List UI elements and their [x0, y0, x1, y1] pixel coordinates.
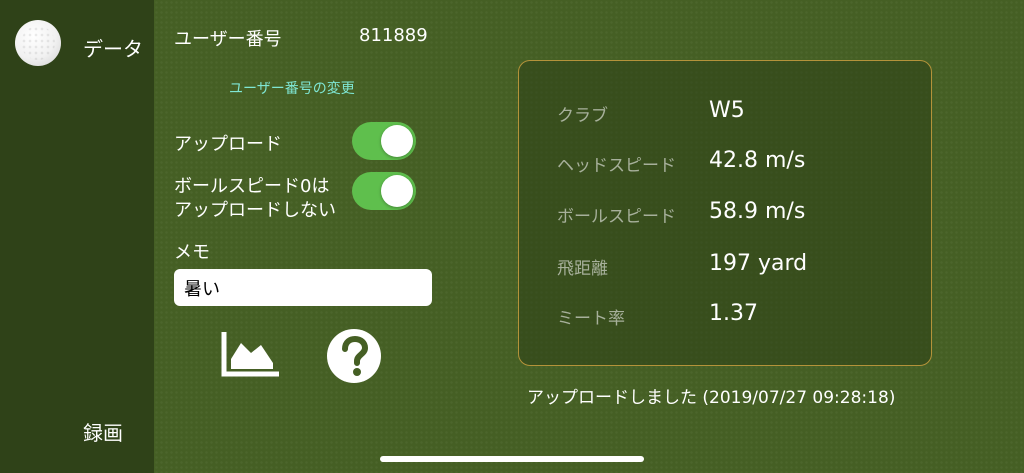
area-chart-icon[interactable]: [221, 329, 281, 381]
toggle-knob: [381, 175, 413, 207]
club-label: クラブ: [557, 106, 608, 126]
skip-zero-label-line1: ボールスピード0は: [174, 176, 330, 197]
user-number-value: 811889: [359, 25, 428, 46]
sidebar: データ 録画: [0, 0, 154, 473]
head-speed-label: ヘッドスピード: [557, 156, 676, 176]
upload-toggle[interactable]: [352, 122, 416, 160]
head-speed-value: 42.8 m/s: [709, 148, 806, 173]
club-value: W5: [709, 98, 745, 123]
distance-value: 197 yard: [709, 251, 808, 276]
upload-status-text: アップロードしました (2019/07/27 09:28:18): [527, 388, 896, 408]
ball-speed-label: ボールスピード: [557, 207, 676, 227]
user-number-label: ユーザー番号: [174, 29, 282, 50]
skip-zero-label-line2: アップロードしない: [174, 200, 336, 221]
memo-label: メモ: [174, 242, 210, 263]
change-user-number-link[interactable]: ユーザー番号の変更: [229, 78, 355, 98]
help-circle-icon[interactable]: [326, 328, 382, 388]
upload-label: アップロード: [174, 134, 282, 155]
smash-factor-label: ミート率: [557, 309, 625, 329]
home-indicator[interactable]: [380, 456, 644, 462]
golf-ball-icon[interactable]: [15, 20, 61, 66]
ball-speed-value: 58.9 m/s: [709, 199, 806, 224]
smash-factor-value: 1.37: [709, 301, 758, 326]
memo-input[interactable]: [174, 269, 432, 306]
toggle-knob: [381, 125, 413, 157]
sidebar-item-recording[interactable]: 録画: [83, 417, 123, 446]
distance-label: 飛距離: [557, 259, 608, 279]
skip-zero-speed-toggle[interactable]: [352, 172, 416, 210]
sidebar-item-data[interactable]: データ: [83, 33, 143, 62]
